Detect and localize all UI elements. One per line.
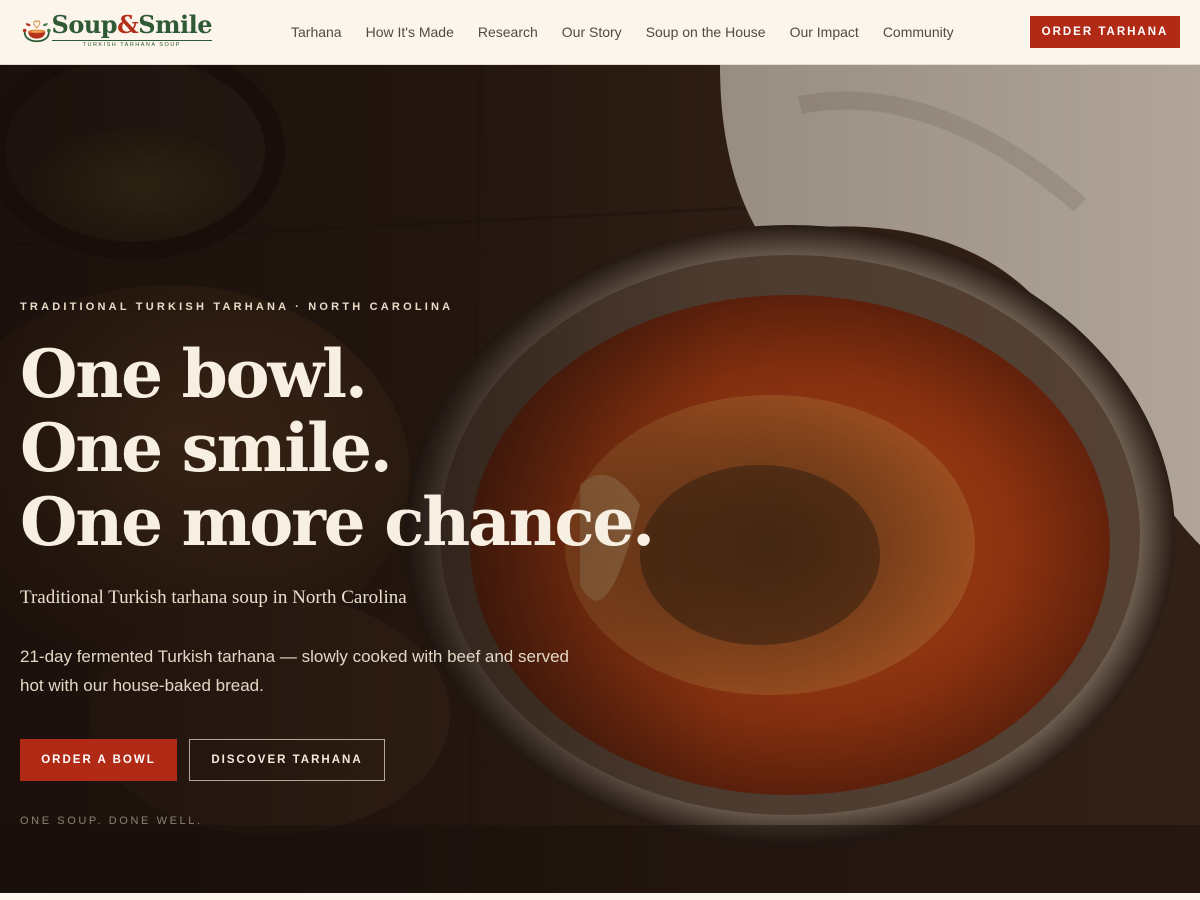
brand-tagline: TURKISH TARHANA SOUP — [51, 40, 212, 49]
headline-line-1: One bowl. — [20, 335, 368, 413]
nav-item-research[interactable]: Research — [478, 24, 538, 40]
main-nav: Tarhana How It's Made Research Our Story… — [291, 0, 978, 64]
headline-line-3: One more chance. — [20, 483, 655, 561]
hero-tagline: ONE SOUP. DONE WELL. — [20, 815, 203, 827]
nav-item-our-story[interactable]: Our Story — [562, 24, 622, 40]
hero-eyebrow: TRADITIONAL TURKISH TARHANA · NORTH CARO… — [20, 301, 454, 313]
hero-body: 21-day fermented Turkish tarhana — slowl… — [20, 647, 570, 695]
order-a-bowl-button[interactable]: ORDER A BOWL — [20, 739, 177, 781]
hero-section: TRADITIONAL TURKISH TARHANA · NORTH CARO… — [0, 65, 1200, 893]
hero-subhead: Traditional Turkish tarhana soup in Nort… — [20, 587, 407, 608]
nav-item-soup-on-the-house[interactable]: Soup on the House — [646, 24, 766, 40]
brand-name: Soup&Smile — [51, 10, 213, 40]
nav-item-tarhana[interactable]: Tarhana — [291, 24, 342, 40]
hero-content: TRADITIONAL TURKISH TARHANA · NORTH CARO… — [20, 65, 655, 893]
brand-logo[interactable]: Soup&Smile TURKISH TARHANA SOUP — [22, 4, 212, 58]
nav-item-our-impact[interactable]: Our Impact — [790, 24, 859, 40]
nav-item-how-its-made[interactable]: How It's Made — [366, 24, 454, 40]
soup-bowl-heart-logo-icon — [22, 20, 51, 43]
site-header: Soup&Smile TURKISH TARHANA SOUP Tarhana … — [0, 0, 1200, 65]
discover-tarhana-button[interactable]: DISCOVER TARHANA — [189, 739, 385, 781]
nav-item-community[interactable]: Community — [883, 24, 954, 40]
headline-line-2: One smile. — [20, 409, 393, 487]
order-tarhana-button[interactable]: ORDER TARHANA — [1030, 16, 1180, 48]
hero-headline: One bowl. One smile. One more chance. — [20, 335, 655, 561]
